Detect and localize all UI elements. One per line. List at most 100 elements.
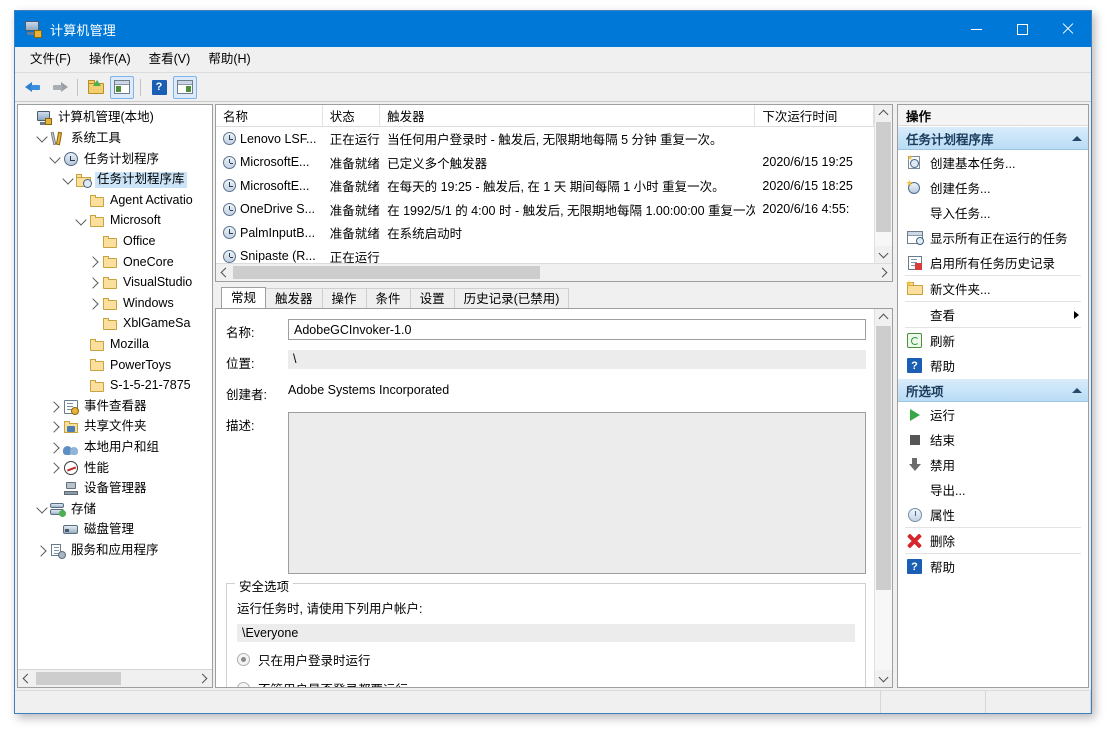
- actions-section-header-1[interactable]: 所选项: [898, 378, 1088, 402]
- task-list-scroll-right-button[interactable]: [876, 265, 892, 280]
- show-hide-action-button[interactable]: [173, 75, 197, 99]
- tree-item-0[interactable]: 计算机管理(本地): [18, 108, 212, 129]
- chevron-down-icon[interactable]: [74, 214, 88, 226]
- tab-3[interactable]: 条件: [365, 288, 411, 308]
- tree-item-6[interactable]: Office: [18, 232, 212, 253]
- task-list-scroll-track[interactable]: [875, 122, 892, 246]
- radio-logged-on-indicator[interactable]: [237, 653, 250, 666]
- chevron-right-icon[interactable]: [48, 462, 62, 475]
- collapse-chevron-up-icon[interactable]: [1072, 387, 1082, 393]
- action-item-所选项-5[interactable]: 删除: [898, 528, 1088, 553]
- tree-scroll-track[interactable]: [34, 671, 196, 686]
- action-item-所选项-3[interactable]: 导出...: [898, 477, 1088, 502]
- task-row[interactable]: MicrosoftE... 准备就绪 已定义多个触发器 2020/6/15 19:25: [216, 151, 874, 175]
- task-description-textarea[interactable]: [288, 412, 866, 574]
- chevron-right-icon[interactable]: [48, 442, 62, 454]
- column-header-0[interactable]: 名称: [216, 105, 323, 126]
- tab-0[interactable]: 常规: [221, 287, 267, 308]
- menu-help[interactable]: 帮助(H): [199, 50, 259, 69]
- action-item-任务计划程序库-8[interactable]: ? 帮助: [898, 353, 1088, 378]
- task-row[interactable]: PalmInputB... 准备就绪 在系统启动时: [216, 221, 874, 245]
- tab-5[interactable]: 历史记录(已禁用): [453, 288, 570, 308]
- task-list-vertical-scrollbar[interactable]: [874, 105, 892, 263]
- forward-button[interactable]: [47, 76, 71, 99]
- task-row[interactable]: MicrosoftE... 准备就绪 在每天的 19:25 - 触发后, 在 1 天…: [216, 174, 874, 198]
- action-item-所选项-0[interactable]: 运行: [898, 402, 1088, 427]
- tree-item-3[interactable]: 任务计划程序库: [18, 170, 212, 191]
- tree-item-8[interactable]: VisualStudio: [18, 273, 212, 294]
- radio-run-only-when-logged-on[interactable]: 只在用户登录时运行: [237, 650, 855, 669]
- detail-scroll-down-button[interactable]: [875, 670, 892, 687]
- chevron-right-icon[interactable]: [35, 545, 49, 557]
- tree-horizontal-scrollbar[interactable]: [18, 669, 212, 687]
- chevron-right-icon[interactable]: [48, 421, 62, 433]
- tree-item-18[interactable]: 设备管理器: [18, 479, 212, 500]
- tree-item-9[interactable]: Windows: [18, 293, 212, 314]
- help-button[interactable]: ?: [147, 76, 171, 99]
- action-item-任务计划程序库-5[interactable]: 新文件夹...: [898, 276, 1088, 301]
- action-item-任务计划程序库-7[interactable]: 刷新: [898, 328, 1088, 353]
- task-name-input[interactable]: AdobeGCInvoker-1.0: [288, 319, 866, 340]
- menu-action[interactable]: 操作(A): [80, 50, 140, 69]
- tree-item-14[interactable]: 事件查看器: [18, 396, 212, 417]
- back-button[interactable]: [21, 76, 45, 99]
- tab-2[interactable]: 操作: [321, 288, 367, 308]
- tree-item-2[interactable]: 任务计划程序: [18, 149, 212, 170]
- tree-item-20[interactable]: 磁盘管理: [18, 520, 212, 541]
- tab-4[interactable]: 设置: [409, 288, 455, 308]
- tree-item-11[interactable]: Mozilla: [18, 335, 212, 356]
- chevron-right-icon[interactable]: [87, 256, 101, 269]
- chevron-right-icon[interactable]: [48, 400, 62, 413]
- action-item-所选项-1[interactable]: 结束: [898, 427, 1088, 452]
- chevron-down-icon[interactable]: [35, 131, 49, 144]
- column-header-2[interactable]: 触发器: [380, 105, 756, 126]
- tree-item-15[interactable]: 共享文件夹: [18, 417, 212, 438]
- tree-item-16[interactable]: 本地用户和组: [18, 438, 212, 459]
- close-button[interactable]: [1045, 11, 1091, 47]
- tree-item-21[interactable]: 服务和应用程序: [18, 540, 212, 561]
- collapse-chevron-up-icon[interactable]: [1072, 135, 1082, 141]
- radio-regardless-indicator[interactable]: [237, 682, 250, 687]
- chevron-down-icon[interactable]: [48, 152, 62, 164]
- detail-scroll-track[interactable]: [875, 326, 892, 670]
- action-item-任务计划程序库-0[interactable]: 创建基本任务...: [898, 150, 1088, 175]
- show-hide-tree-button[interactable]: [110, 75, 134, 99]
- detail-scroll-up-button[interactable]: [875, 309, 892, 326]
- tree-item-7[interactable]: OneCore: [18, 252, 212, 273]
- task-list-scroll-thumb[interactable]: [876, 122, 891, 232]
- up-folder-button[interactable]: [84, 76, 108, 99]
- task-row[interactable]: Snipaste (R... 正在运行: [216, 245, 874, 263]
- task-row[interactable]: Lenovo LSF... 正在运行 当任何用户登录时 - 触发后, 无限期地每隔 …: [216, 127, 874, 151]
- action-item-任务计划程序库-4[interactable]: 启用所有任务历史记录: [898, 250, 1088, 275]
- tree-item-5[interactable]: Microsoft: [18, 211, 212, 232]
- action-item-所选项-2[interactable]: 禁用: [898, 452, 1088, 477]
- tree-item-19[interactable]: 存储: [18, 499, 212, 520]
- action-item-任务计划程序库-2[interactable]: 导入任务...: [898, 200, 1088, 225]
- radio-run-whether-or-not-logged-on[interactable]: 不管用户是否登录都要运行: [237, 679, 855, 687]
- column-header-3[interactable]: 下次运行时间: [755, 105, 874, 126]
- tree-scroll-left-button[interactable]: [18, 671, 34, 686]
- task-list-scroll-up-button[interactable]: [875, 105, 892, 122]
- menu-file[interactable]: 文件(F): [21, 50, 80, 69]
- task-list-scroll-down-button[interactable]: [875, 246, 892, 263]
- tree-item-12[interactable]: PowerToys: [18, 355, 212, 376]
- detail-vertical-scrollbar[interactable]: [874, 309, 892, 687]
- task-list-hscroll-track[interactable]: [232, 265, 876, 280]
- tab-1[interactable]: 触发器: [265, 288, 323, 308]
- chevron-right-icon[interactable]: [87, 277, 101, 289]
- action-item-任务计划程序库-3[interactable]: 显示所有正在运行的任务: [898, 225, 1088, 250]
- action-item-任务计划程序库-1[interactable]: 创建任务...: [898, 175, 1088, 200]
- task-list-horizontal-scrollbar[interactable]: [216, 263, 892, 281]
- task-list-hscroll-thumb[interactable]: [233, 266, 540, 279]
- tree-scroll-thumb[interactable]: [36, 672, 121, 685]
- action-item-所选项-6[interactable]: ? 帮助: [898, 554, 1088, 579]
- tree-scroll-right-button[interactable]: [196, 671, 212, 686]
- chevron-down-icon[interactable]: [35, 502, 49, 514]
- tree-item-4[interactable]: Agent Activatio: [18, 190, 212, 211]
- chevron-right-icon[interactable]: [87, 297, 101, 310]
- detail-scroll-thumb[interactable]: [876, 326, 891, 590]
- action-item-所选项-4[interactable]: 属性: [898, 502, 1088, 527]
- menu-view[interactable]: 查看(V): [140, 50, 200, 69]
- chevron-down-icon[interactable]: [61, 172, 75, 185]
- tree-item-13[interactable]: S-1-5-21-7875: [18, 376, 212, 397]
